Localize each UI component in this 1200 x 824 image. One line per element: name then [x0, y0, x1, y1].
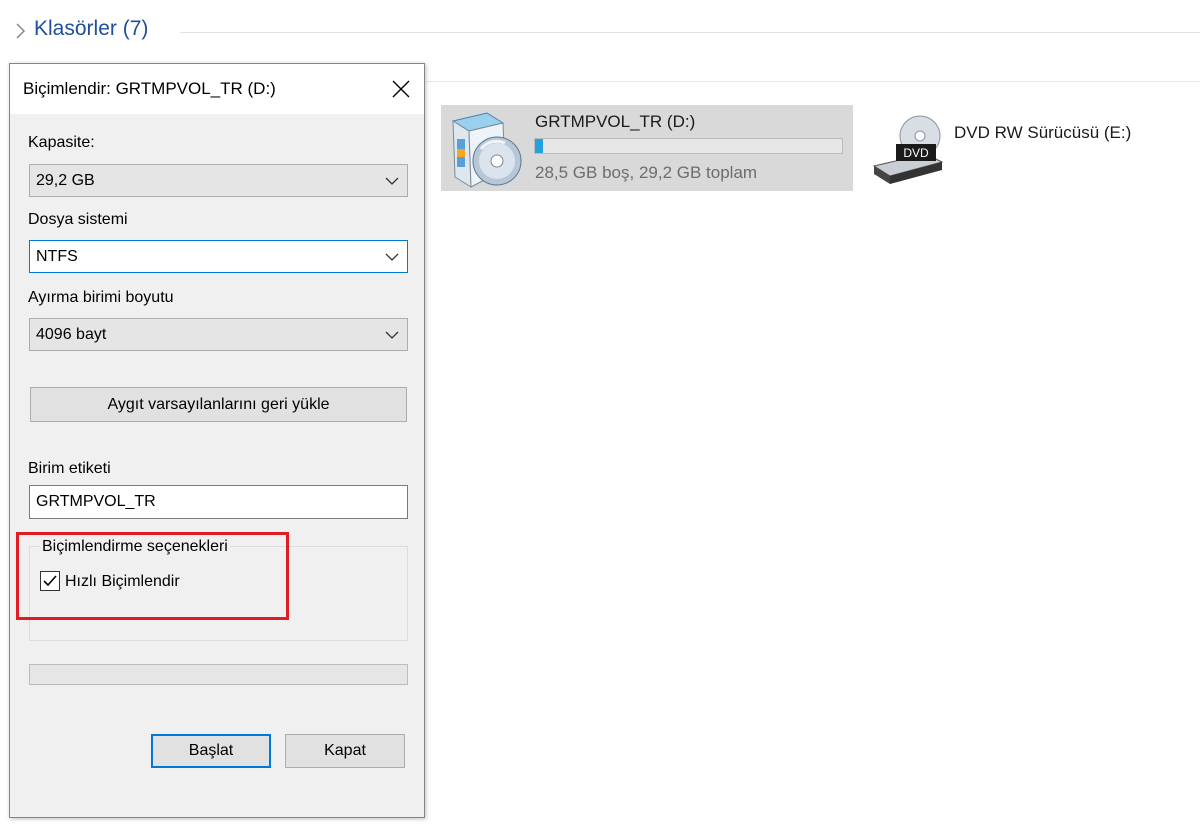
drive-d-tile[interactable]: GRTMPVOL_TR (D:) 28,5 GB boş, 29,2 GB to…	[441, 105, 853, 191]
restore-defaults-button[interactable]: Aygıt varsayılanlarını geri yükle	[30, 387, 407, 422]
chevron-right-icon[interactable]	[12, 20, 30, 42]
capacity-label: Kapasite:	[28, 134, 95, 151]
dialog-titlebar[interactable]: Biçimlendir: GRTMPVOL_TR (D:)	[10, 64, 424, 114]
drive-d-free-space: 28,5 GB boş, 29,2 GB toplam	[535, 163, 758, 182]
close-dialog-button[interactable]: Kapat	[285, 734, 405, 768]
usb-drive-setup-icon	[451, 112, 522, 188]
volume-label-label: Birim etiketi	[28, 460, 111, 477]
dvd-badge: DVD	[903, 146, 929, 160]
drive-d-usage-fill	[535, 139, 543, 153]
allocation-dropdown[interactable]: 4096 bayt	[29, 318, 408, 351]
allocation-value: 4096 bayt	[36, 326, 107, 343]
filesystem-label: Dosya sistemi	[28, 211, 128, 228]
capacity-value: 29,2 GB	[36, 172, 95, 189]
close-button[interactable]	[384, 72, 418, 106]
capacity-dropdown[interactable]: 29,2 GB	[29, 164, 408, 197]
folders-group-title: Klasörler (7)	[34, 17, 149, 40]
allocation-label: Ayırma birimi boyutu	[28, 289, 174, 306]
start-button[interactable]: Başlat	[151, 734, 271, 768]
chevron-down-icon	[385, 177, 399, 185]
folders-group-header[interactable]: Klasörler (7)	[8, 14, 1200, 50]
highlight-box	[16, 532, 289, 620]
drive-d-usage-bar	[534, 138, 843, 154]
filesystem-value: NTFS	[36, 248, 78, 265]
dvd-drive-icon: DVD	[872, 115, 944, 184]
chevron-down-icon	[385, 253, 399, 261]
format-progress-bar	[29, 664, 408, 685]
close-icon	[392, 80, 410, 98]
drive-d-name: GRTMPVOL_TR (D:)	[535, 112, 696, 131]
filesystem-dropdown[interactable]: NTFS	[29, 240, 408, 273]
drive-e-tile[interactable]: DVD DVD RW Sürücüsü (E:)	[866, 110, 1196, 190]
group-divider	[180, 32, 1200, 33]
dialog-title: Biçimlendir: GRTMPVOL_TR (D:)	[23, 79, 276, 98]
volume-label-input[interactable]	[29, 485, 408, 519]
chevron-down-icon	[385, 331, 399, 339]
format-dialog: Biçimlendir: GRTMPVOL_TR (D:) Kapasite: …	[9, 63, 425, 818]
drive-e-name: DVD RW Sürücüsü (E:)	[954, 123, 1132, 142]
section-divider	[426, 81, 1200, 82]
